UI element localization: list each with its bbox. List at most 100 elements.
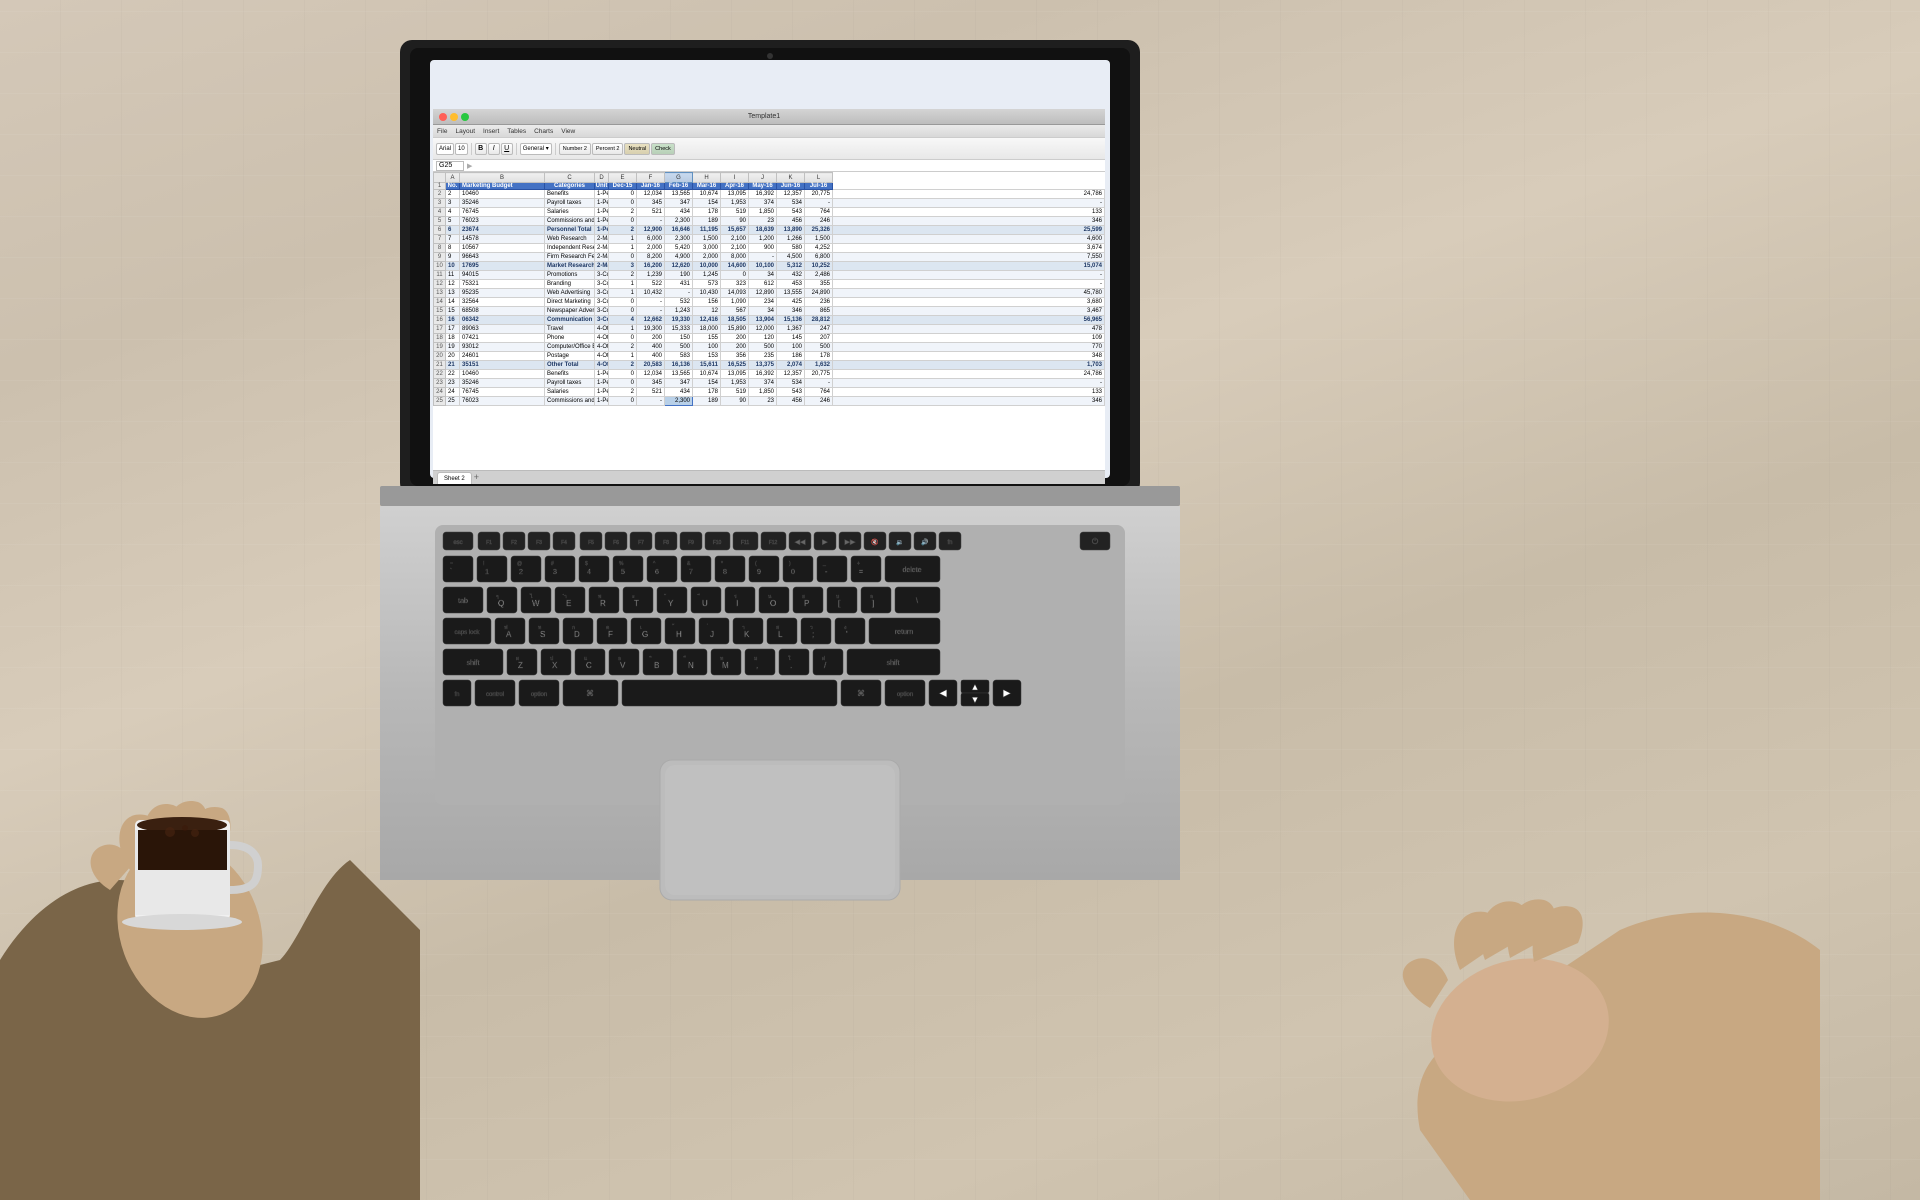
svg-text:]: ] xyxy=(872,599,874,608)
cond-format-btn[interactable]: Number 2 xyxy=(559,143,591,155)
table-row: 101017695Market Research Total2-Marketin… xyxy=(434,262,1105,271)
menu-view[interactable]: View xyxy=(561,128,575,135)
col-header-e[interactable]: E xyxy=(609,173,637,183)
svg-text:2: 2 xyxy=(519,569,523,576)
close-button[interactable] xyxy=(439,113,447,121)
svg-text:I: I xyxy=(736,599,738,608)
window-title: Template1 xyxy=(748,113,780,120)
svg-text:⌘: ⌘ xyxy=(586,689,594,698)
spreadsheet-grid: A B C D E F G H I J K L 1 No. Mar xyxy=(433,172,1105,406)
svg-text:F7: F7 xyxy=(638,540,644,546)
col-header-k[interactable]: K xyxy=(777,173,805,183)
table-row: 6623674Personnel Total1-Personnal212,900… xyxy=(434,226,1105,235)
table-row: 242476745Salaries1-Personnal252143417851… xyxy=(434,388,1105,397)
svg-text:◀: ◀ xyxy=(939,688,947,699)
bold-button[interactable]: B xyxy=(475,143,487,155)
minimize-button[interactable] xyxy=(450,113,458,121)
font-size-select[interactable]: 10 xyxy=(455,143,468,155)
table-row: 232335246Payroll taxes1-Personnal0345347… xyxy=(434,379,1105,388)
maximize-button[interactable] xyxy=(461,113,469,121)
menu-charts[interactable]: Charts xyxy=(534,128,553,135)
table-row: 9996643Firm Research Fees2-Marketing08,2… xyxy=(434,253,1105,262)
svg-text:F6: F6 xyxy=(613,540,619,546)
svg-text:6: 6 xyxy=(655,569,659,576)
svg-text:F1: F1 xyxy=(486,540,492,546)
svg-text:esc: esc xyxy=(453,540,462,546)
svg-text:`: ` xyxy=(450,569,452,575)
col-header-f[interactable]: F xyxy=(637,173,665,183)
col-header-a[interactable]: A xyxy=(446,173,460,183)
col-header-j[interactable]: J xyxy=(749,173,777,183)
svg-text:fn: fn xyxy=(947,540,952,546)
svg-text:0: 0 xyxy=(791,569,795,576)
svg-text:X: X xyxy=(552,661,558,670)
table-row: 3335246Payroll taxes1-Personnal034534715… xyxy=(434,199,1105,208)
corner-cell xyxy=(434,173,446,183)
underline-button[interactable]: U xyxy=(501,143,513,155)
add-sheet-button[interactable]: + xyxy=(474,472,479,484)
svg-text:🔊: 🔊 xyxy=(921,538,929,546)
col-header-g[interactable]: G xyxy=(665,173,693,183)
percent-btn[interactable]: Percent 2 xyxy=(592,143,624,155)
svg-text:+: + xyxy=(857,561,860,567)
check-btn[interactable]: Check xyxy=(651,143,675,155)
svg-text:▼: ▼ xyxy=(970,695,980,706)
svg-text:tab: tab xyxy=(458,598,468,605)
sheet-tab-bar: Sheet 2 + xyxy=(433,470,1105,484)
svg-text:5: 5 xyxy=(621,569,625,576)
svg-text:option: option xyxy=(897,692,913,698)
col-header-b[interactable]: B xyxy=(460,173,545,183)
svg-text:◀◀: ◀◀ xyxy=(795,539,806,546)
neutral-btn[interactable]: Neutral xyxy=(624,143,650,155)
menu-tables[interactable]: Tables xyxy=(507,128,526,135)
svg-text:shift: shift xyxy=(467,660,480,667)
svg-text:,: , xyxy=(756,661,758,670)
table-row: 171789063Travel4-Other119,30015,33318,00… xyxy=(434,325,1105,334)
svg-text:fn: fn xyxy=(454,692,459,698)
col-header-d[interactable]: D xyxy=(595,173,609,183)
svg-text:F10: F10 xyxy=(713,540,722,546)
svg-text:!: ! xyxy=(483,561,484,567)
svg-text:F12: F12 xyxy=(769,540,778,546)
italic-button[interactable]: I xyxy=(488,143,500,155)
table-row: 5576023Commissions and bonuses1-Personna… xyxy=(434,217,1105,226)
table-row: 202024601Postage4-Other14005831533562351… xyxy=(434,352,1105,361)
font-select[interactable]: Arial xyxy=(436,143,454,155)
col-header-h[interactable]: H xyxy=(693,173,721,183)
svg-text:P: P xyxy=(804,599,809,608)
svg-text:R: R xyxy=(600,599,606,608)
svg-text:F9: F9 xyxy=(688,540,694,546)
svg-text:G: G xyxy=(642,630,648,639)
table-row: 191993012Computer/Office Equipment4-Othe… xyxy=(434,343,1105,352)
svg-text:@: @ xyxy=(517,561,522,567)
svg-text:H: H xyxy=(676,630,682,639)
menu-layout[interactable]: Layout xyxy=(455,128,475,135)
col-header-l[interactable]: L xyxy=(805,173,833,183)
cell-reference[interactable]: G25 xyxy=(436,161,464,171)
title-bar: Template1 xyxy=(433,109,1105,125)
format-select[interactable]: General ▾ xyxy=(520,143,552,155)
svg-text:Q: Q xyxy=(498,599,504,608)
svg-text:F4: F4 xyxy=(561,540,567,546)
svg-text:F3: F3 xyxy=(536,540,542,546)
svg-text:▶▶: ▶▶ xyxy=(845,539,856,546)
svg-text:F2: F2 xyxy=(511,540,517,546)
menu-insert[interactable]: Insert xyxy=(483,128,499,135)
svg-text:=: = xyxy=(859,569,863,576)
col-header-c[interactable]: C xyxy=(545,173,595,183)
table-row: 2210460Benefits1-Personnal012,03413,5651… xyxy=(434,190,1105,199)
sheet-tab-2[interactable]: Sheet 2 xyxy=(437,472,472,484)
svg-text:L: L xyxy=(778,630,783,639)
right-hand xyxy=(1270,750,1820,1200)
svg-text:.: . xyxy=(790,661,792,670)
col-header-i[interactable]: I xyxy=(721,173,749,183)
svg-text:Y: Y xyxy=(668,599,674,608)
menu-file[interactable]: File xyxy=(437,128,447,135)
svg-text:return: return xyxy=(895,629,913,636)
svg-text:N: N xyxy=(688,661,694,670)
table-row: 212135151Other Total4-Other220,58316,136… xyxy=(434,361,1105,370)
svg-text:#: # xyxy=(551,561,554,567)
table-row: 7714578Web Research2-Marketing16,0002,30… xyxy=(434,235,1105,244)
sheet-grid-container[interactable]: A B C D E F G H I J K L 1 No. Mar xyxy=(433,172,1105,472)
svg-text:control: control xyxy=(486,692,504,698)
